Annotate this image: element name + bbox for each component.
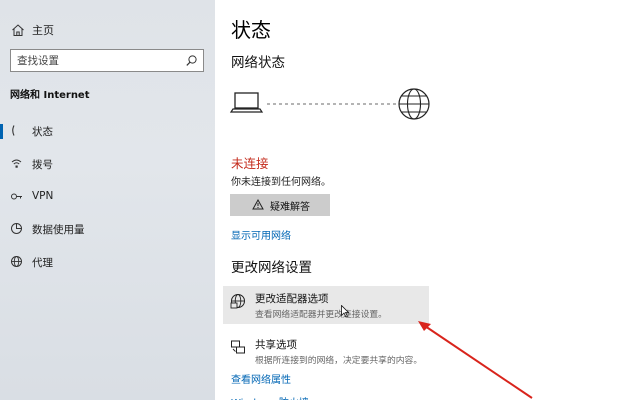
vpn-icon [11, 193, 22, 200]
connection-status-description: 你未连接到任何网络。 [231, 177, 331, 188]
laptop-icon [229, 92, 264, 113]
sidebar-item-vpn[interactable]: VPN [0, 183, 215, 211]
option-description: 根据所连接到的网络，决定要共享的内容。 [255, 356, 423, 366]
home-icon [12, 24, 24, 36]
show-available-networks-link[interactable]: 显示可用网络 [231, 227, 291, 242]
troubleshoot-button[interactable]: 疑难解答 [230, 194, 330, 216]
option-title: 更改适配器选项 [255, 293, 329, 305]
network-status-heading: 网络状态 [231, 55, 285, 71]
proxy-icon [11, 256, 22, 267]
sidebar-item-status[interactable]: 状态 [0, 117, 215, 145]
settings-search[interactable] [10, 49, 204, 72]
change-adapter-options[interactable]: 更改适配器选项 查看网络适配器并更改连接设置。 [223, 286, 429, 324]
status-icon [12, 125, 15, 136]
sidebar-item-dialup[interactable]: 拨号 [0, 150, 215, 178]
data-usage-icon [11, 223, 22, 234]
option-description: 查看网络适配器并更改连接设置。 [255, 310, 387, 320]
view-network-properties-link[interactable]: 查看网络属性 [231, 371, 291, 386]
nav-home[interactable]: 主页 [0, 18, 215, 42]
sidebar-item-data-usage[interactable]: 数据使用量 [0, 215, 215, 243]
sidebar: 主页 网络和 Internet 状态 拨号 VPN [0, 0, 215, 400]
sidebar-item-label: 拨号 [32, 159, 53, 171]
section-title: 网络和 Internet [10, 90, 90, 101]
annotation-arrow [418, 321, 533, 399]
adapter-globe-icon [230, 294, 245, 309]
option-title: 共享选项 [255, 339, 297, 351]
search-input[interactable] [17, 53, 177, 68]
main-panel: 状态 网络状态 未连接 你未连接到任何网络。 疑难解答 显示可用网络 更改网络设… [215, 0, 635, 400]
sharing-icon [231, 340, 245, 354]
page-title: 状态 [231, 18, 271, 42]
active-indicator [0, 124, 3, 139]
dialup-icon [11, 159, 22, 168]
sidebar-item-proxy[interactable]: 代理 [0, 248, 215, 276]
change-settings-heading: 更改网络设置 [231, 260, 312, 276]
mouse-cursor-icon [341, 305, 349, 318]
sidebar-item-label: 数据使用量 [32, 224, 85, 236]
troubleshoot-label: 疑难解答 [270, 202, 310, 213]
warning-icon [252, 199, 264, 210]
search-icon[interactable] [185, 54, 198, 67]
sidebar-item-label: 代理 [32, 257, 53, 269]
windows-firewall-link[interactable]: Windows 防火墙 [231, 394, 309, 400]
globe-icon [398, 88, 430, 120]
sharing-options[interactable]: 共享选项 根据所连接到的网络，决定要共享的内容。 [223, 332, 429, 370]
nav-home-label: 主页 [32, 24, 54, 37]
network-diagram [229, 88, 430, 120]
sidebar-item-label: VPN [32, 190, 54, 202]
sidebar-item-label: 状态 [32, 126, 53, 138]
connection-status: 未连接 [231, 156, 269, 171]
